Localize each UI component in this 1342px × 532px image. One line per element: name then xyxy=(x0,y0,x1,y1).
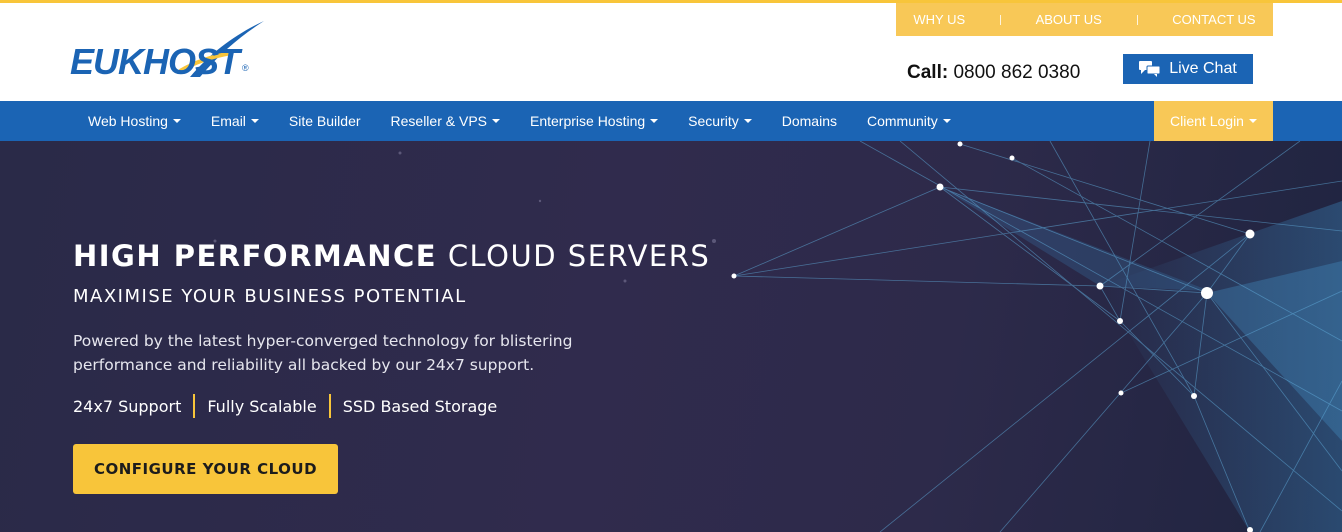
chat-bubbles-icon xyxy=(1139,61,1161,77)
top-link-why-us[interactable]: WHY US xyxy=(913,12,965,27)
hero-description: Powered by the latest hyper-converged te… xyxy=(73,332,573,374)
hero-title-bold: HIGH PERFORMANCE xyxy=(73,239,438,273)
feature-separator xyxy=(193,394,196,418)
hero-features: 24x7 Support Fully Scalable SSD Based St… xyxy=(73,394,497,418)
live-chat-button[interactable]: Live Chat xyxy=(1123,54,1253,84)
top-link-about-us[interactable]: ABOUT US xyxy=(1036,12,1102,27)
top-link-separator xyxy=(999,14,1001,25)
caret-down-icon xyxy=(492,119,500,123)
top-links-bar: WHY US ABOUT US CONTACT US xyxy=(896,3,1273,36)
phone-line: Call: 0800 862 0380 xyxy=(907,62,1080,84)
client-login-label: Client Login xyxy=(1170,113,1244,129)
caret-down-icon xyxy=(172,119,181,123)
caret-down-icon xyxy=(743,119,752,123)
main-nav: Web Hosting Email Site Builder Reseller … xyxy=(0,101,1342,141)
site-header: EUKHOST ® WHY US ABOUT US CONTACT US Cal… xyxy=(0,3,1342,101)
feature-separator xyxy=(328,394,331,418)
feature-item: Fully Scalable xyxy=(207,396,317,416)
logo[interactable]: EUKHOST ® xyxy=(70,19,270,85)
nav-item-security[interactable]: Security xyxy=(688,113,752,129)
client-login-button[interactable]: Client Login xyxy=(1154,101,1273,141)
configure-cloud-button[interactable]: CONFIGURE YOUR CLOUD xyxy=(73,444,338,494)
hero-title-light: CLOUD SERVERS xyxy=(447,239,711,273)
nav-item-email[interactable]: Email xyxy=(211,113,259,129)
caret-down-icon xyxy=(650,119,659,123)
nav-item-community[interactable]: Community xyxy=(867,113,951,129)
hero-subtitle: MAXIMISE YOUR BUSINESS POTENTIAL xyxy=(73,286,467,307)
top-link-contact-us[interactable]: CONTACT US xyxy=(1172,12,1255,27)
caret-down-icon xyxy=(250,119,259,123)
logo-text: EUKHOST xyxy=(70,41,240,82)
hero-banner: HIGH PERFORMANCE CLOUD SERVERS MAXIMISE … xyxy=(0,141,1342,532)
caret-down-icon xyxy=(942,119,951,123)
hero-title: HIGH PERFORMANCE CLOUD SERVERS xyxy=(73,239,710,273)
nav-item-reseller-vps[interactable]: Reseller & VPS xyxy=(391,113,500,129)
nav-item-enterprise-hosting[interactable]: Enterprise Hosting xyxy=(530,113,659,129)
nav-item-web-hosting[interactable]: Web Hosting xyxy=(88,113,181,129)
nav-item-domains[interactable]: Domains xyxy=(782,113,837,129)
feature-item: SSD Based Storage xyxy=(342,396,498,416)
live-chat-label: Live Chat xyxy=(1169,60,1237,77)
phone-number[interactable]: 0800 862 0380 xyxy=(953,62,1080,83)
nav-item-site-builder[interactable]: Site Builder xyxy=(289,113,361,129)
logo-registered-mark: ® xyxy=(242,63,249,73)
feature-item: 24x7 Support xyxy=(73,396,182,416)
call-label: Call: xyxy=(907,62,949,83)
caret-down-icon xyxy=(1248,119,1257,123)
top-link-separator xyxy=(1136,14,1138,25)
